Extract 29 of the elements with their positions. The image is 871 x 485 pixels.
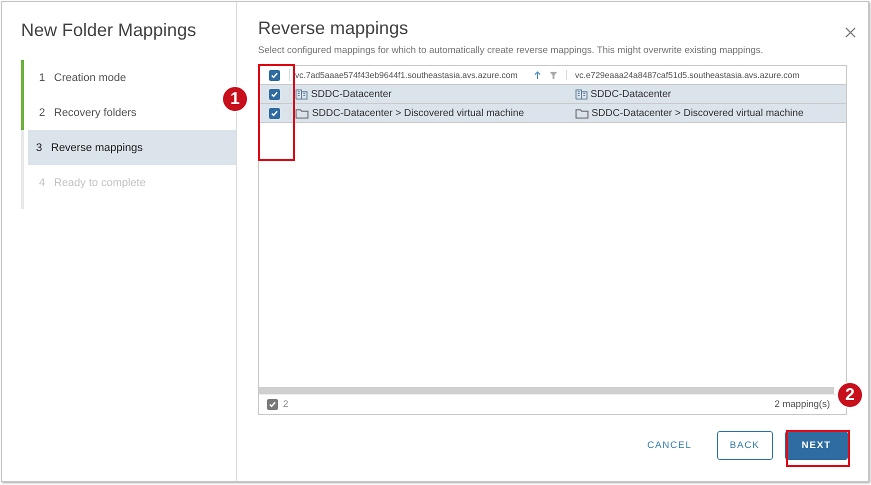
next-button[interactable]: NEXT bbox=[784, 431, 848, 460]
table-cell: SDDC-Datacenter bbox=[311, 88, 392, 100]
sort-up-icon[interactable] bbox=[534, 70, 541, 80]
step-badge: 1 bbox=[222, 86, 248, 112]
close-icon[interactable] bbox=[845, 27, 856, 38]
highlight-frame bbox=[786, 430, 850, 467]
horizontal-scrollbar[interactable] bbox=[259, 387, 834, 394]
step-item[interactable]: 1 Creation mode bbox=[21, 60, 134, 95]
back-button[interactable]: BACK bbox=[716, 431, 773, 460]
dialog-title: New Folder Mappings bbox=[21, 20, 198, 41]
total-count: 2 mapping(s) bbox=[774, 399, 830, 410]
description: Select configured mappings for which to automatically create reverse mappings. This might overwrite existing mappings. bbox=[258, 45, 764, 56]
table-cell: SDDC-Datacenter bbox=[590, 88, 672, 100]
cancel-button[interactable]: CANCEL bbox=[634, 431, 705, 460]
row-checkbox[interactable] bbox=[268, 108, 280, 118]
table-row[interactable]: SDDC-Datacenter > Discovered virtual machine SDDC-Datacenter > Discovered virtual machine bbox=[259, 104, 846, 123]
row-checkbox[interactable] bbox=[268, 88, 280, 100]
table-row[interactable]: SDDC-Datacenter SDDC-Datacenter bbox=[259, 85, 846, 104]
table-cell: SDDC-Datacenter > Discovered virtual machine bbox=[312, 108, 524, 118]
column-header[interactable]: vc.7ad5aaae574f43eb9644f1.southeastasia.avs.azure.com bbox=[295, 70, 534, 80]
table-cell: SDDC-Datacenter > Discovered virtual machine bbox=[592, 108, 804, 118]
page-title: Reverse mappings bbox=[258, 18, 408, 39]
column-header[interactable]: vc.e729eaaa24a8487caf51d5.southeastasia.avs.azure.com bbox=[575, 70, 846, 80]
step-item[interactable]: 3 Reverse mappings bbox=[28, 130, 236, 165]
select-all-checkbox[interactable] bbox=[268, 70, 280, 80]
step-badge: 2 bbox=[837, 382, 863, 408]
selected-count: 2 bbox=[283, 399, 290, 410]
filter-icon[interactable] bbox=[549, 70, 558, 80]
selected-count-icon bbox=[267, 399, 278, 410]
